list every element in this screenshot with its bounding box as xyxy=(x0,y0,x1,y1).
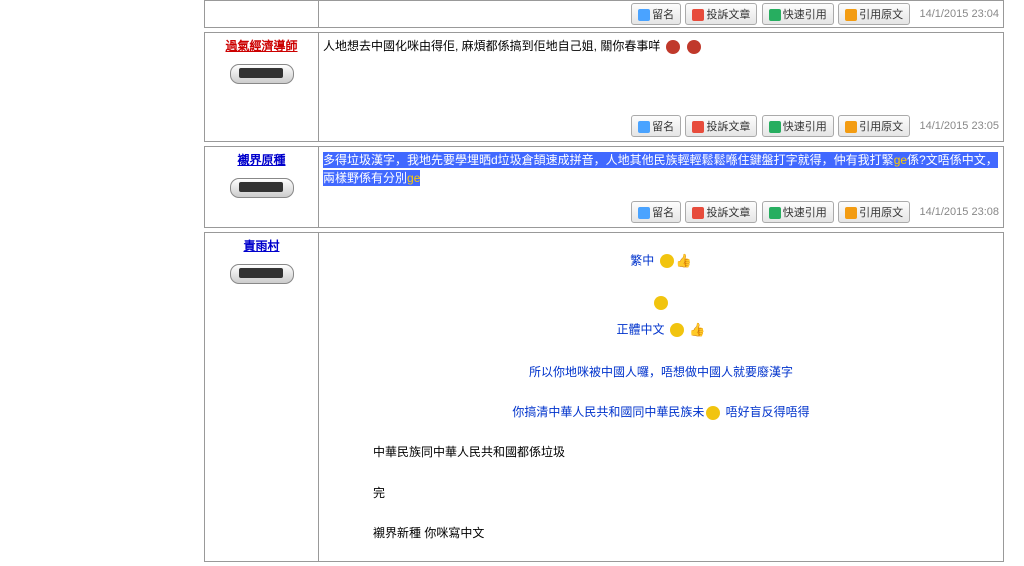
user-badge xyxy=(230,64,294,84)
quickquote-button[interactable]: 快速引用 xyxy=(762,201,834,223)
post-body: 人地想去中國化咪由得佢, 麻煩都係搞到佢地自己姐, 關你春事咩 xyxy=(323,37,999,55)
smile-icon xyxy=(660,254,674,268)
quickquote-button[interactable]: 快速引用 xyxy=(762,115,834,137)
timestamp: 14/1/2015 23:05 xyxy=(919,120,999,132)
quote-button[interactable]: 引用原文 xyxy=(838,115,910,137)
report-label: 投訴文章 xyxy=(706,9,750,21)
smile-icon xyxy=(670,323,684,337)
post-actions: 留名 投訴文章 快速引用 引用原文 14/1/2015 23:08 xyxy=(323,201,999,223)
timestamp: 14/1/2015 23:08 xyxy=(919,206,999,218)
reply-button[interactable]: 留名 xyxy=(631,3,681,25)
post-1: 過氣經濟導師 人地想去中國化咪由得佢, 麻煩都係搞到佢地自己姐, 關你春事咩 留… xyxy=(204,32,1004,142)
thumb-icon: 👍 xyxy=(676,247,692,276)
reply-icon xyxy=(638,207,650,219)
report-button[interactable]: 投訴文章 xyxy=(685,3,757,25)
report-icon xyxy=(692,9,704,21)
post-2: 襯界原種 多得垃圾漢字，我地先要學埋晒d垃圾倉頡速成拼音，人地其他民族輕輕鬆鬆喺… xyxy=(204,146,1004,228)
reply-button[interactable]: 留名 xyxy=(631,201,681,223)
thumb-icon: 👍 xyxy=(689,316,705,345)
user-badge xyxy=(230,178,294,198)
quote-icon xyxy=(845,121,857,133)
report-icon xyxy=(692,121,704,133)
reply-label: 留名 xyxy=(652,9,674,21)
search-icon xyxy=(654,296,668,310)
author-link[interactable]: 過氣經濟導師 xyxy=(225,39,297,53)
report-button[interactable]: 投訴文章 xyxy=(685,201,757,223)
author-link[interactable]: 責雨村 xyxy=(243,239,279,253)
report-button[interactable]: 投訴文章 xyxy=(685,115,757,137)
angry-icon xyxy=(687,40,701,54)
quote-button[interactable]: 引用原文 xyxy=(838,3,910,25)
quote-button[interactable]: 引用原文 xyxy=(838,201,910,223)
author-link[interactable]: 襯界原種 xyxy=(237,153,285,167)
post-actions: 留名 投訴文章 快速引用 引用原文 14/1/2015 23:04 xyxy=(323,3,999,25)
quote-label: 引用原文 xyxy=(859,9,903,21)
angry-icon xyxy=(666,40,680,54)
reply-icon xyxy=(638,121,650,133)
post-0: 留名 投訴文章 快速引用 引用原文 14/1/2015 23:04 xyxy=(204,0,1004,28)
post-actions: 留名 投訴文章 快速引用 引用原文 14/1/2015 23:05 xyxy=(323,115,999,137)
quickquote-label: 快速引用 xyxy=(783,9,827,21)
reply-button[interactable]: 留名 xyxy=(631,115,681,137)
post-body: 繁中 👍 正體中文 👍 所以你地咪被中國人囉，唔想做中國人就要廢漢字 你搞清中華… xyxy=(323,237,999,557)
user-badge xyxy=(230,264,294,284)
quote-icon xyxy=(845,207,857,219)
smile-icon xyxy=(706,406,720,420)
quickquote-button[interactable]: 快速引用 xyxy=(762,3,834,25)
post-3: 責雨村 繁中 👍 正體中文 👍 所以你地咪被中國人囉，唔想做中國人就要廢漢字 你… xyxy=(204,232,1004,562)
quote-icon xyxy=(845,9,857,21)
report-icon xyxy=(692,207,704,219)
timestamp: 14/1/2015 23:04 xyxy=(919,8,999,20)
post-body: 多得垃圾漢字，我地先要學埋晒d垃圾倉頡速成拼音，人地其他民族輕輕鬆鬆喺住鍵盤打字… xyxy=(323,151,999,187)
quickquote-icon xyxy=(769,121,781,133)
quickquote-icon xyxy=(769,9,781,21)
reply-icon xyxy=(638,9,650,21)
quickquote-icon xyxy=(769,207,781,219)
